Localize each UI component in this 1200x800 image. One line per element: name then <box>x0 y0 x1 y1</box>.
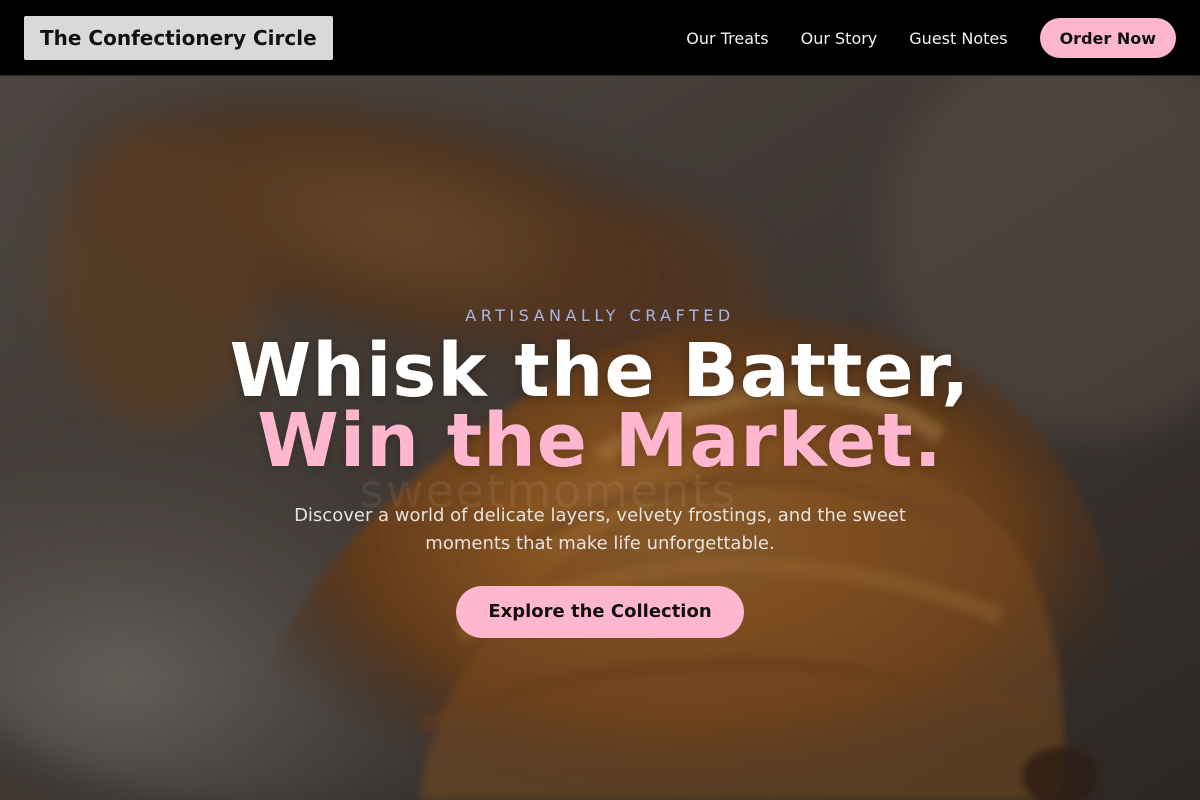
nav-link-our-story[interactable]: Our Story <box>801 29 878 48</box>
hero-headline: Whisk the Batter, Win the Market. <box>0 328 1200 484</box>
site-logo[interactable]: The Confectionery Circle <box>24 16 333 60</box>
headline-line-1: Whisk the Batter, <box>229 328 971 414</box>
main-nav: Our Treats Our Story Guest Notes Order N… <box>686 0 1176 76</box>
landing-page: The Confectionery Circle Our Treats Our … <box>0 0 1200 800</box>
nav-link-our-treats[interactable]: Our Treats <box>686 29 768 48</box>
order-now-button[interactable]: Order Now <box>1039 18 1176 58</box>
hero-section: sweetmoments ARTISANALLY CRAFTED Whisk t… <box>0 76 1200 800</box>
hero-eyebrow: ARTISANALLY CRAFTED <box>465 306 735 325</box>
hero-content: ARTISANALLY CRAFTED Whisk the Batter, Wi… <box>0 306 1200 638</box>
top-navigation-bar: The Confectionery Circle Our Treats Our … <box>0 0 1200 76</box>
nav-link-guest-notes[interactable]: Guest Notes <box>909 29 1007 48</box>
hero-subtext: Discover a world of delicate layers, vel… <box>294 505 906 554</box>
headline-line-2: Win the Market. <box>257 398 943 484</box>
explore-collection-button[interactable]: Explore the Collection <box>456 586 744 638</box>
